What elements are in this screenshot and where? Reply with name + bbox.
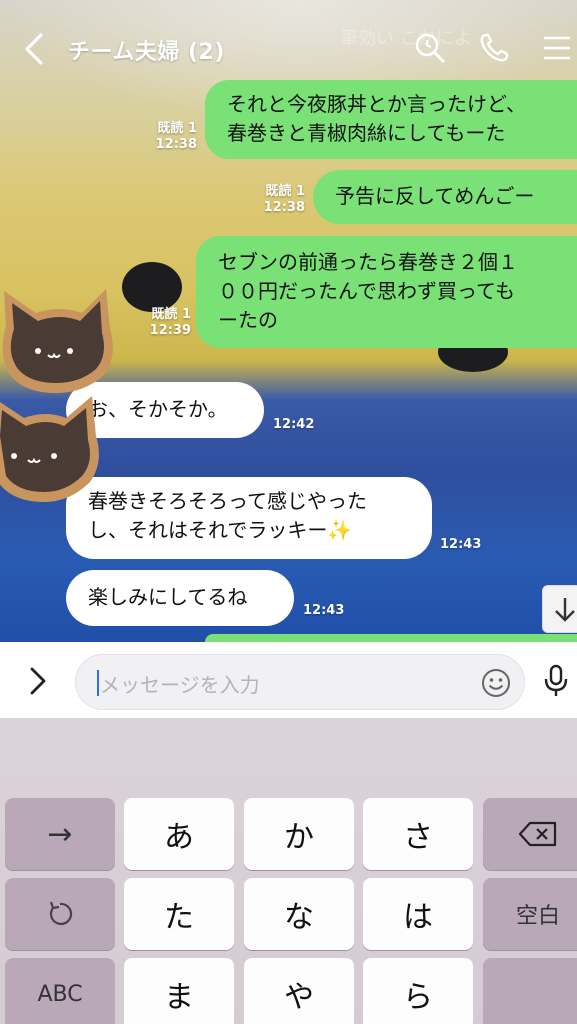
message-time: 12:42: [273, 417, 315, 432]
message-input-placeholder: メッセージを入力: [100, 673, 260, 697]
key-ra[interactable]: ら: [363, 958, 473, 1024]
read-receipt: 既読 1: [151, 307, 191, 322]
read-receipt: 既読 1: [157, 121, 197, 136]
emoji-icon[interactable]: [480, 667, 512, 699]
phone-icon[interactable]: [478, 32, 510, 64]
key-abc[interactable]: ABC: [5, 958, 115, 1024]
key-backspace[interactable]: [483, 798, 577, 870]
sent-message-bubble[interactable]: それと今夜豚丼とか言ったけど、 春巻きと青椒肉絲にしてもーた: [205, 80, 577, 159]
chat-title[interactable]: チーム夫婦 (2): [68, 34, 225, 66]
message-meta: 既読 1 12:38: [142, 121, 197, 153]
key-next-candidate[interactable]: →: [5, 798, 115, 870]
chat-screen: チーム夫婦 (2) 筆効い こかによ それと今夜豚丼とか言ったけど、 春巻きと青…: [0, 0, 577, 1024]
background-decoration: [122, 262, 182, 312]
back-chevron-icon[interactable]: [22, 32, 48, 66]
message-time: 12:39: [149, 323, 191, 338]
key-ha[interactable]: は: [363, 878, 473, 950]
undo-icon: [49, 901, 73, 925]
key-ta[interactable]: た: [124, 878, 234, 950]
key-return[interactable]: [483, 958, 577, 1024]
key-ma[interactable]: ま: [124, 958, 234, 1024]
message-meta: 既読 1 12:38: [250, 184, 305, 216]
cat-avatar-icon[interactable]: [0, 390, 104, 506]
keyboard: → あ か さ た な は 空白 ABC ま や ら: [0, 718, 577, 1024]
expand-chevron-icon[interactable]: [26, 666, 50, 696]
backspace-icon: [518, 821, 557, 847]
cat-avatar-icon[interactable]: [0, 285, 118, 397]
message-time: 12:38: [155, 137, 197, 152]
message-meta: 既読 1 12:39: [136, 307, 191, 339]
header-hint-text: 筆効い こかによ: [340, 28, 472, 49]
search-icon[interactable]: [414, 32, 446, 64]
message-time: 12:38: [263, 200, 305, 215]
key-undo[interactable]: [5, 878, 115, 950]
message-input-bar: メッセージを入力: [0, 642, 577, 718]
message-time: 12:43: [303, 603, 345, 618]
received-message-bubble[interactable]: 楽しみにしてるね: [66, 570, 294, 626]
sent-message-bubble-partial: [205, 634, 577, 642]
key-ka[interactable]: か: [244, 798, 354, 870]
message-time: 12:43: [440, 537, 482, 552]
key-sa[interactable]: さ: [363, 798, 473, 870]
key-ya[interactable]: や: [244, 958, 354, 1024]
microphone-icon[interactable]: [541, 664, 571, 698]
received-message-bubble[interactable]: 春巻きそろそろって感じやった し、それはそれでラッキー✨: [66, 477, 432, 559]
key-na[interactable]: な: [244, 878, 354, 950]
scroll-to-bottom-button[interactable]: [542, 585, 577, 633]
key-space[interactable]: 空白: [483, 878, 577, 950]
message-input[interactable]: メッセージを入力: [75, 654, 525, 710]
menu-icon[interactable]: [541, 32, 573, 64]
text-caret: [97, 670, 99, 696]
read-receipt: 既読 1: [265, 184, 305, 199]
key-a[interactable]: あ: [124, 798, 234, 870]
sent-message-bubble[interactable]: 予告に反してめんごー: [313, 170, 577, 224]
sent-message-bubble[interactable]: セブンの前通ったら春巻き２個１ ００円だったんで思わず買っても ーたの: [196, 236, 577, 348]
arrow-down-icon: [555, 598, 575, 622]
